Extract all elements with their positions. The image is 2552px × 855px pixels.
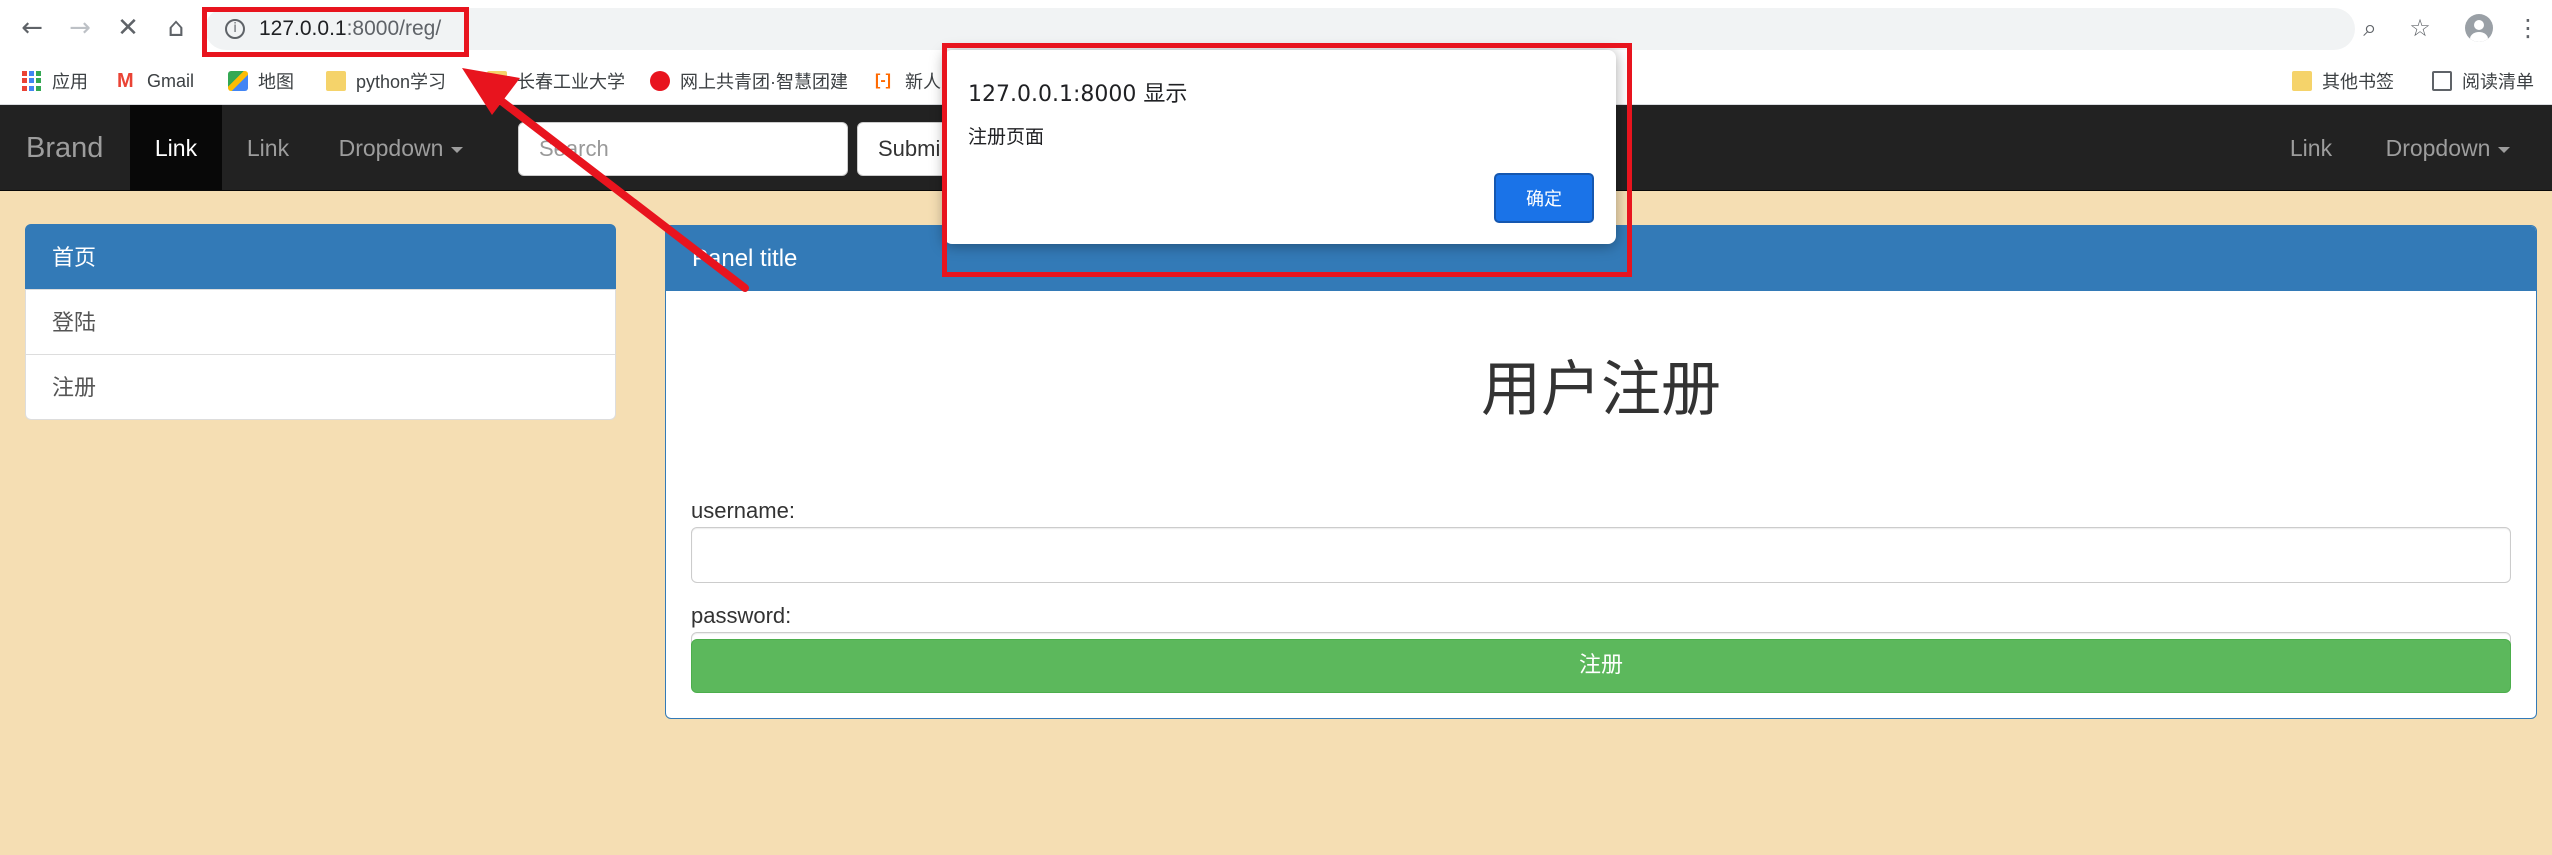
annotation-arrow [462,68,749,292]
